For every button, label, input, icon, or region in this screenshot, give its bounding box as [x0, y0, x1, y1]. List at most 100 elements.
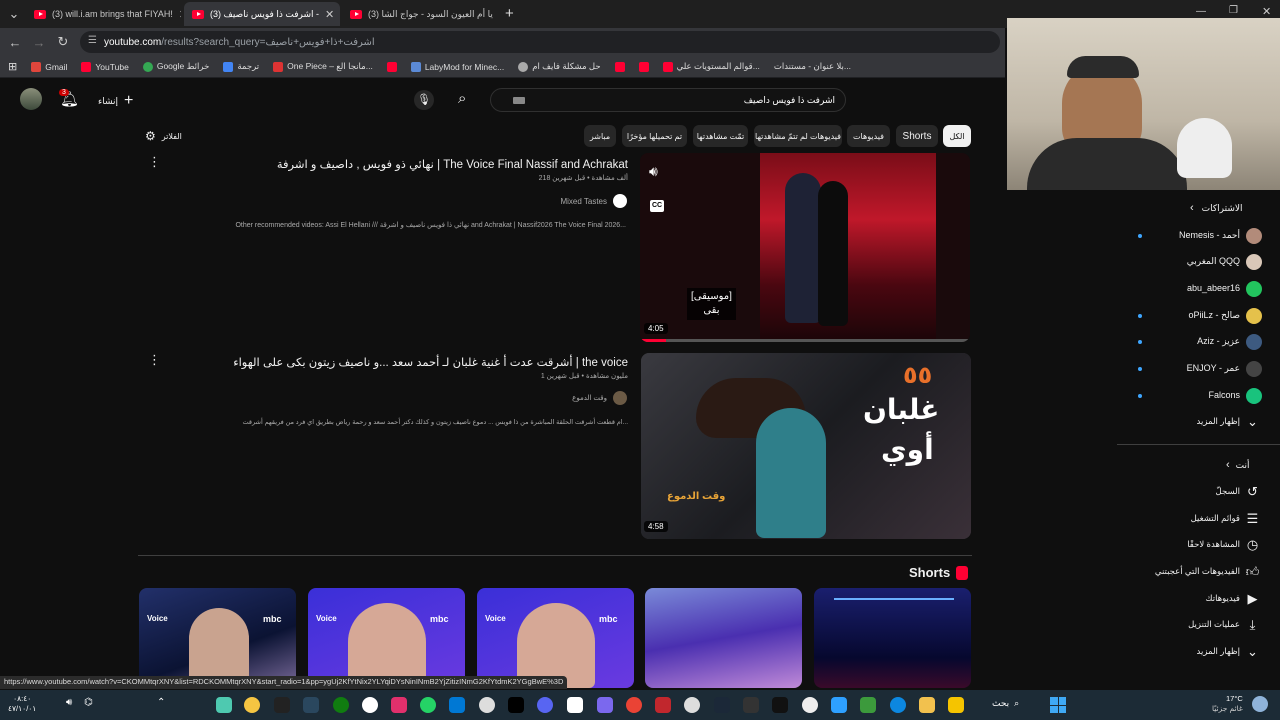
short-thumbnail[interactable]: [645, 588, 802, 688]
windows-start-icon[interactable]: [1050, 697, 1066, 713]
close-tab-icon[interactable]: ✕: [179, 8, 181, 21]
filters-button[interactable]: ⚙ الفلاتر: [145, 129, 182, 143]
bookmark-youtube-4[interactable]: [638, 61, 649, 72]
subscriptions-heading[interactable]: ‹ الاشتراكات: [1190, 202, 1243, 214]
minimize-icon[interactable]: —: [1196, 6, 1206, 17]
steam-icon[interactable]: [714, 697, 730, 713]
video-thumbnail[interactable]: ٥٥ غلبان أوي وقت الدموع 4:58: [641, 353, 971, 539]
chrome-icon[interactable]: [626, 697, 642, 713]
bookmark-translate[interactable]: ترجمة: [223, 61, 259, 72]
short-thumbnail[interactable]: Voice mbc: [139, 588, 296, 688]
clock[interactable]: ٠٨:٤٠ ٤٧/١٠/٠١: [8, 694, 36, 714]
tray-overflow-icon[interactable]: ⌃: [157, 697, 165, 708]
close-tab-icon[interactable]: ✕: [499, 8, 500, 21]
app-icon[interactable]: [831, 697, 847, 713]
library-item-show-more[interactable]: إظهار المزيد ⌄: [1120, 641, 1270, 663]
chip-videos[interactable]: فيديوهات: [847, 125, 890, 147]
chip-unwatched[interactable]: فيديوهات لم تتمّ مشاهدتها: [754, 125, 842, 147]
tab-2[interactable]: (3) اشرفت ذا فويس ناصيف - ✕: [184, 2, 340, 26]
bookmark-youtube-3[interactable]: [614, 61, 625, 72]
microphone-icon[interactable]: 🎙︎: [414, 90, 434, 110]
search-icon[interactable]: ⌕: [458, 90, 466, 107]
volume-icon[interactable]: 🔊︎: [649, 163, 658, 180]
subscription-item[interactable]: Aziz - عزيز: [1120, 331, 1270, 353]
chip-shorts[interactable]: Shorts: [896, 125, 938, 147]
video-title[interactable]: أشرقت عدت أ غنية غلبان لـ أحمد سعد ...و …: [233, 355, 628, 369]
tiktok-icon[interactable]: [508, 697, 524, 713]
app-icon[interactable]: [274, 697, 290, 713]
app-icon[interactable]: [655, 697, 671, 713]
maximize-icon[interactable]: ❐: [1229, 5, 1238, 16]
app-icon[interactable]: [362, 697, 378, 713]
xbox-icon[interactable]: [333, 697, 349, 713]
create-button[interactable]: إنشاء +: [98, 92, 133, 110]
site-info-icon[interactable]: ☰: [88, 35, 97, 46]
bookmark-youtube[interactable]: YouTube: [81, 61, 129, 72]
apps-grid-icon[interactable]: ⊞: [8, 60, 17, 73]
volume-icon[interactable]: 🔊︎: [66, 697, 72, 708]
progress-track[interactable]: [640, 339, 970, 342]
file-explorer-icon[interactable]: [919, 697, 935, 713]
app-icon[interactable]: [743, 697, 759, 713]
short-thumbnail[interactable]: [814, 588, 971, 688]
reload-icon[interactable]: ↻: [51, 30, 75, 54]
bookmark-onepiece[interactable]: One Piece – مانجا الع...: [273, 61, 373, 72]
app-icon[interactable]: [449, 697, 465, 713]
app-icon[interactable]: [391, 697, 407, 713]
app-icon[interactable]: [684, 697, 700, 713]
short-thumbnail[interactable]: Voice mbc: [477, 588, 634, 688]
app-icon[interactable]: [860, 697, 876, 713]
avatar[interactable]: [20, 88, 42, 110]
app-icon[interactable]: [567, 697, 583, 713]
subscription-item[interactable]: oPiiLz - صالح: [1120, 305, 1270, 327]
discord-icon[interactable]: [537, 697, 553, 713]
chip-live[interactable]: مباشر: [584, 125, 616, 147]
chip-watched[interactable]: تمّت مشاهدتها: [693, 125, 748, 147]
keyboard-icon[interactable]: [513, 97, 525, 104]
app-icon[interactable]: [802, 697, 818, 713]
bookmark-labymod[interactable]: LabyMod for Minec...: [410, 61, 504, 72]
app-icon[interactable]: [948, 697, 964, 713]
back-arrow-icon[interactable]: ←: [3, 30, 27, 54]
bookmark-youtube-2[interactable]: [386, 61, 397, 72]
bookmark-maps[interactable]: Google خرائط: [142, 61, 209, 72]
weather-widget[interactable]: 17°C غائم جزئيًا: [1212, 694, 1243, 714]
bookmark-fivem[interactable]: حل مشكلة فايف ام: [518, 61, 601, 72]
library-item-your-videos[interactable]: فيديوهاتك ▶: [1120, 588, 1270, 610]
video-title[interactable]: نهائي ذو فويس , داصيف و اشرفة | The Voic…: [277, 157, 628, 171]
search-input[interactable]: اشرفت ذا فويس داصيف: [490, 88, 846, 112]
more-options-icon[interactable]: ⋮: [148, 352, 161, 368]
network-icon[interactable]: ⌬: [84, 697, 93, 708]
you-heading[interactable]: ‹ أنت: [1226, 459, 1250, 471]
library-item-history[interactable]: السجلّ ↺: [1120, 481, 1270, 503]
captions-icon[interactable]: CC: [650, 200, 664, 212]
channel-info[interactable]: وقت الدموع: [572, 391, 627, 405]
library-item-playlists[interactable]: قوائم التشغيل ☰: [1120, 508, 1270, 530]
more-options-icon[interactable]: ⋮: [148, 154, 161, 170]
tab-list-button[interactable]: ⌄: [2, 2, 26, 26]
subscription-item[interactable]: abu_abeer16: [1120, 278, 1270, 300]
chip-recently-uploaded[interactable]: تم تحميلها مؤخرًا: [622, 125, 687, 147]
bookmark-levels[interactable]: قوالم المستويات علي...: [662, 61, 760, 72]
short-thumbnail[interactable]: Voice mbc: [308, 588, 465, 688]
subscription-item[interactable]: Falcons: [1120, 385, 1270, 407]
forward-arrow-icon[interactable]: →: [27, 30, 51, 54]
chip-all[interactable]: الكل: [943, 125, 971, 147]
bookmark-gmail[interactable]: Gmail: [31, 61, 67, 72]
chrome-icon[interactable]: [244, 697, 260, 713]
app-icon[interactable]: [216, 697, 232, 713]
subscription-item[interactable]: ENJOY - عمر: [1120, 358, 1270, 380]
close-window-icon[interactable]: ✕: [1262, 5, 1271, 18]
video-thumbnail[interactable]: 🔊︎ CC [موسيقى] بقى 4:05: [640, 153, 970, 342]
tab-3[interactable]: (3) يا أم العيون السود - جواج الشا ✕: [342, 2, 500, 26]
library-item-liked[interactable]: الفيديوهات التي أعجبتني 👍︎: [1120, 561, 1270, 583]
taskbar-search[interactable]: بحث ⌕: [992, 698, 1019, 709]
tab-1[interactable]: (3) will.i.am brings that FIYAH! ✕: [26, 2, 181, 26]
channel-info[interactable]: Mixed Tastes: [560, 194, 627, 208]
close-tab-icon[interactable]: ✕: [325, 8, 334, 21]
address-bar[interactable]: ☰ youtube.com/results?search_query=اشرفت…: [80, 31, 1000, 53]
subscription-item[interactable]: Nemesis - أحمد: [1120, 225, 1270, 247]
new-tab-button[interactable]: +: [505, 5, 514, 22]
app-icon[interactable]: [479, 697, 495, 713]
library-item-watch-later[interactable]: المشاهدة لاحقًا ◷: [1120, 534, 1270, 556]
